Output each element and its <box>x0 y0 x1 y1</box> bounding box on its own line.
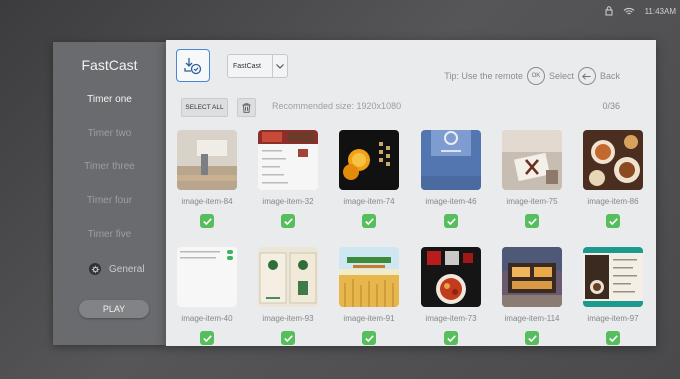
cast-download-button[interactable] <box>176 49 210 82</box>
item-label: image-item-40 <box>181 314 233 323</box>
thumbnail-tea-package <box>258 247 318 307</box>
sidebar: FastCast Timer one Timer two Timer three… <box>53 42 166 345</box>
check-icon[interactable] <box>444 214 458 228</box>
check-icon[interactable] <box>606 331 620 345</box>
check-icon[interactable] <box>606 214 620 228</box>
lock-icon <box>605 6 613 16</box>
thumbnail-wheat-field <box>339 247 399 307</box>
sidebar-item-timer-three[interactable]: Timer three <box>53 161 166 172</box>
select-all-button[interactable]: SELECT ALL <box>181 98 228 117</box>
sidebar-item-timer-four[interactable]: Timer four <box>53 195 166 206</box>
thumbnail-gift-box <box>502 130 562 190</box>
ok-icon: OK <box>526 67 545 85</box>
sidebar-item-general[interactable]: General <box>89 263 145 275</box>
check-icon[interactable] <box>200 331 214 345</box>
check-icon[interactable] <box>281 331 295 345</box>
back-arrow-icon <box>577 67 596 85</box>
check-icon[interactable] <box>525 214 539 228</box>
recommended-size: Recommended size: 1920x1080 <box>272 101 402 111</box>
wifi-icon <box>623 7 635 16</box>
thumbnail-coffee-menu <box>583 247 643 307</box>
item-label: image-item-97 <box>587 314 639 323</box>
thumbnail-sichuan-dish <box>421 247 481 307</box>
item-label: image-item-46 <box>425 197 477 206</box>
remote-hint: Tip: Use the remote OK Select Back <box>444 67 620 85</box>
item-label: image-item-75 <box>506 197 558 206</box>
general-label: General <box>109 263 145 275</box>
item-label: image-item-73 <box>425 314 477 323</box>
item-label: image-item-32 <box>262 197 314 206</box>
sidebar-item-timer-five[interactable]: Timer five <box>53 229 166 240</box>
item-label: image-item-86 <box>587 197 639 206</box>
check-icon[interactable] <box>362 214 376 228</box>
trash-icon <box>242 102 251 113</box>
play-button[interactable]: PLAY <box>79 300 149 318</box>
thumbnail-blue-device <box>421 130 481 190</box>
item-label: image-item-91 <box>343 314 395 323</box>
source-select[interactable]: FastCast <box>227 54 288 78</box>
thumbnail-modern-house <box>502 247 562 307</box>
hint-text: Tip: Use the remote <box>444 71 523 81</box>
thumbnail-food-menu <box>258 130 318 190</box>
thumbnail-orange-poster <box>339 130 399 190</box>
item-label: image-item-84 <box>181 197 233 206</box>
thumbnail-food-spread <box>583 130 643 190</box>
status-time: 11:43AM <box>644 6 676 16</box>
delete-button[interactable] <box>237 98 256 117</box>
selection-count: 0/36 <box>602 101 620 111</box>
thumbnail-sewing-machine <box>177 130 237 190</box>
item-label: image-item-114 <box>504 314 560 323</box>
download-check-icon <box>184 57 202 74</box>
check-icon[interactable] <box>281 214 295 228</box>
chevron-down-icon <box>272 55 287 77</box>
status-bar: 11:43AM <box>605 0 680 22</box>
sidebar-title: FastCast <box>81 57 138 73</box>
main-panel: FastCast Tip: Use the remote OK Select B… <box>166 40 656 346</box>
check-icon[interactable] <box>362 331 376 345</box>
check-icon[interactable] <box>200 214 214 228</box>
sidebar-item-timer-two[interactable]: Timer two <box>53 128 166 139</box>
check-icon[interactable] <box>444 331 458 345</box>
item-label: image-item-74 <box>343 197 395 206</box>
sidebar-item-timer-one[interactable]: Timer one <box>53 94 166 105</box>
item-label: image-item-93 <box>262 314 314 323</box>
thumbnail-settings-list <box>177 247 237 307</box>
hint-select-label: Select <box>548 71 574 81</box>
source-select-value: FastCast <box>233 62 262 70</box>
gear-icon <box>89 263 101 275</box>
check-icon[interactable] <box>525 331 539 345</box>
hint-back-label: Back <box>599 71 620 81</box>
